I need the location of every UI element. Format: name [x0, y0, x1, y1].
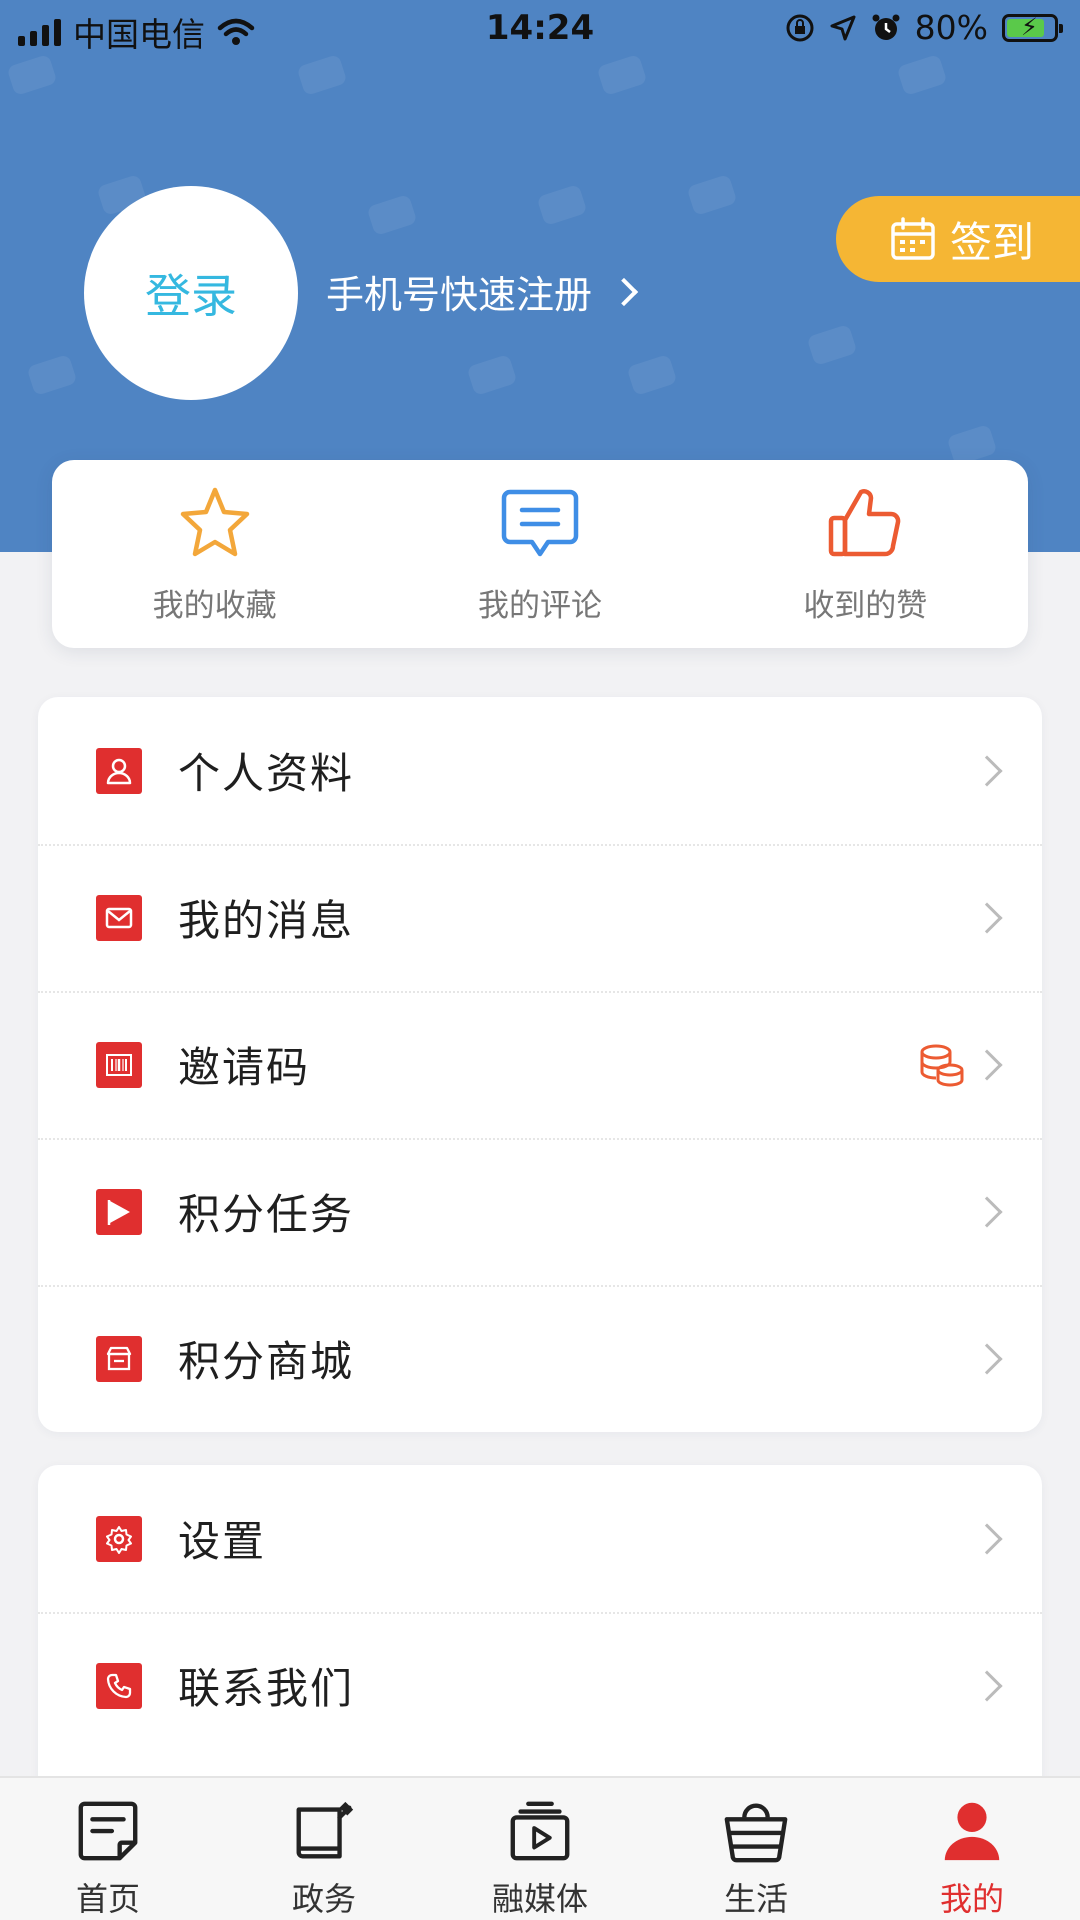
tab-home[interactable]: 首页 — [0, 1778, 216, 1920]
tab-life[interactable]: 生活 — [648, 1778, 864, 1920]
menu-item-label: 个人资料 — [178, 749, 355, 798]
calendar-icon — [891, 217, 935, 260]
menu-group-settings: 设置 联系我们 — [38, 1465, 1042, 1795]
chevron-right-icon — [609, 277, 639, 306]
menu-item-label: 我的消息 — [178, 896, 355, 945]
tab-label: 首页 — [75, 1880, 140, 1918]
chevron-right-icon — [971, 1669, 1003, 1702]
quick-item-label: 我的评论 — [477, 588, 602, 624]
register-label: 手机号快速注册 — [326, 273, 593, 317]
location-arrow-icon — [830, 15, 856, 40]
menu-item-contact-us[interactable]: 联系我们 — [38, 1612, 1042, 1759]
user-icon — [96, 747, 142, 794]
menu-item-settings[interactable]: 设置 — [38, 1465, 1042, 1612]
flag-icon — [96, 1188, 142, 1235]
battery-percent: 80% — [914, 8, 988, 47]
menu-item-label: 积分商城 — [178, 1337, 355, 1386]
mail-icon — [96, 894, 142, 941]
tab-label: 我的 — [939, 1880, 1004, 1918]
star-icon — [180, 487, 249, 557]
chevron-right-icon — [971, 1342, 1003, 1375]
tab-government[interactable]: 政务 — [216, 1778, 432, 1920]
tab-media[interactable]: 融媒体 — [432, 1778, 648, 1920]
menu-item-label: 积分任务 — [178, 1190, 355, 1239]
rotation-lock-icon — [786, 14, 814, 41]
menu-item-label: 设置 — [178, 1517, 267, 1566]
menu-item-points-tasks[interactable]: 积分任务 — [38, 1138, 1042, 1285]
login-avatar-button[interactable]: 登录 — [84, 186, 298, 400]
chevron-right-icon — [971, 901, 1003, 934]
quick-item-comments[interactable]: 我的评论 — [377, 460, 702, 648]
store-icon — [96, 1335, 142, 1382]
basket-icon — [724, 1803, 788, 1863]
status-bar: 中国电信 14:24 80% ⚡ — [0, 0, 1080, 60]
news-icon — [78, 1801, 138, 1861]
tab-mine[interactable]: 我的 — [864, 1778, 1080, 1920]
thumbs-up-icon — [829, 489, 901, 557]
menu-item-label: 联系我们 — [178, 1664, 355, 1713]
tab-label: 生活 — [723, 1880, 788, 1918]
phone-register-link[interactable]: 手机号快速注册 — [326, 264, 639, 319]
menu-group-account: 个人资料 我的消息 邀请码 积分任务 积分商城 — [38, 697, 1042, 1432]
quick-actions-card: 我的收藏 我的评论 收到的赞 — [52, 460, 1028, 648]
menu-item-profile[interactable]: 个人资料 — [38, 697, 1042, 844]
menu-item-invite-code[interactable]: 邀请码 — [38, 991, 1042, 1138]
login-label: 登录 — [145, 269, 237, 323]
menu-item-messages[interactable]: 我的消息 — [38, 844, 1042, 991]
checkin-label: 签到 — [950, 217, 1035, 267]
quick-item-label: 我的收藏 — [152, 588, 277, 624]
chevron-right-icon — [971, 754, 1003, 787]
quick-item-likes[interactable]: 收到的赞 — [703, 460, 1028, 648]
battery-icon: ⚡ — [1002, 13, 1063, 42]
comment-icon — [501, 489, 579, 557]
government-icon — [296, 1801, 354, 1859]
menu-item-label: 邀请码 — [178, 1043, 311, 1092]
tab-label: 政务 — [291, 1880, 356, 1918]
chevron-right-icon — [971, 1522, 1003, 1555]
menu-item-points-mall[interactable]: 积分商城 — [38, 1285, 1042, 1432]
chevron-right-icon — [971, 1048, 1003, 1081]
coins-icon — [920, 1044, 964, 1086]
checkin-button[interactable]: 签到 — [836, 196, 1080, 282]
phone-icon — [96, 1662, 142, 1709]
alarm-icon — [872, 14, 900, 40]
bottom-tab-bar: 首页 政务 融媒体 生活 我的 — [0, 1776, 1080, 1920]
quick-item-label: 收到的赞 — [803, 588, 928, 624]
gear-icon — [96, 1515, 142, 1562]
quick-item-favorites[interactable]: 我的收藏 — [52, 460, 377, 648]
person-icon — [944, 1802, 1000, 1861]
chevron-right-icon — [971, 1195, 1003, 1228]
media-play-icon — [510, 1801, 570, 1861]
tab-label: 融媒体 — [491, 1880, 588, 1918]
barcode-icon — [96, 1041, 142, 1088]
